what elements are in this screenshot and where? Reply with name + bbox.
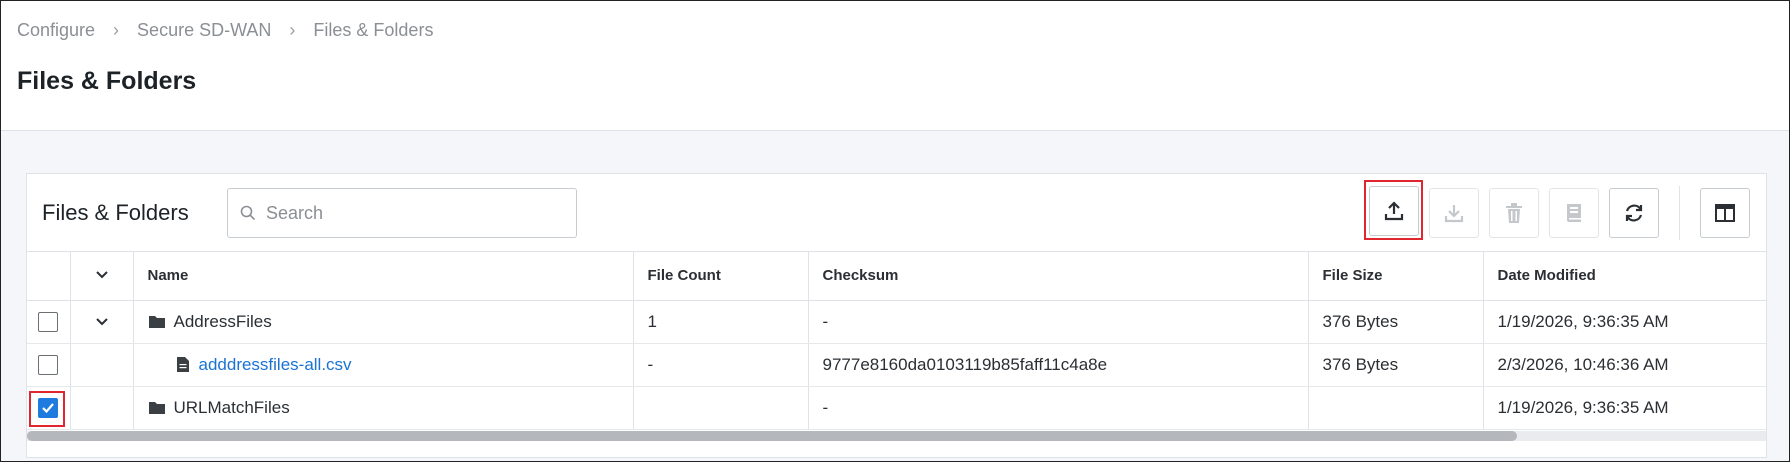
row-select-cell [27, 343, 71, 387]
row-checkbox[interactable] [38, 397, 58, 418]
file-size-cell: 376 Bytes [1308, 300, 1484, 344]
upload-icon [1384, 201, 1404, 221]
file-count-cell: 1 [633, 300, 809, 344]
chevron-down-icon [95, 317, 108, 325]
table-header-row: Name File Count Checksum File Size Date … [27, 252, 1766, 301]
horizontal-scrollbar[interactable] [27, 431, 1766, 441]
file-count-cell: - [633, 343, 809, 387]
column-header-name[interactable]: Name [133, 252, 634, 301]
breadcrumb-secure-sdwan[interactable]: Secure SD-WAN [137, 20, 271, 41]
column-layout-icon [1715, 204, 1735, 222]
card-toolbar: Files & Folders [27, 174, 1766, 252]
scrollbar-thumb[interactable] [27, 431, 1517, 441]
row-select-cell [27, 300, 71, 344]
name-cell: URLMatchFiles [133, 386, 634, 430]
breadcrumb-files-folders: Files & Folders [313, 20, 434, 40]
refresh-button[interactable] [1609, 188, 1659, 238]
checksum-cell: 9777e8160da0103119b85faff11c4a8e [808, 343, 1309, 387]
breadcrumb: Configure › Secure SD-WAN › Files & Fold… [17, 20, 433, 41]
table-row[interactable]: AddressFiles 1 - 376 Bytes 1/19/2026, 9:… [27, 300, 1766, 344]
app-frame: Configure › Secure SD-WAN › Files & Fold… [0, 0, 1790, 462]
folder-icon [148, 316, 165, 328]
page-title: Files & Folders [17, 67, 197, 95]
folder-icon [148, 402, 165, 414]
breadcrumb-configure[interactable]: Configure [17, 20, 95, 41]
files-table: Name File Count Checksum File Size Date … [27, 252, 1766, 430]
book-icon [1567, 204, 1581, 222]
page-header: Configure › Secure SD-WAN › Files & Fold… [1, 1, 1789, 131]
name-cell: AddressFiles [133, 300, 634, 344]
name-cell: adddressfiles-all.csv [133, 343, 634, 387]
row-select-cell [27, 386, 71, 430]
row-checkbox[interactable] [38, 311, 58, 332]
table-row[interactable]: URLMatchFiles - 1/19/2026, 9:36:35 AM [27, 386, 1766, 430]
file-size-cell: 376 Bytes [1308, 343, 1484, 387]
refresh-icon [1625, 204, 1643, 222]
delete-button[interactable] [1489, 188, 1539, 238]
column-header-date-modified[interactable]: Date Modified [1483, 252, 1766, 301]
folder-name[interactable]: URLMatchFiles [174, 398, 290, 418]
files-folders-card: Files & Folders Search Name File Count C… [26, 173, 1767, 458]
trash-icon [1506, 203, 1522, 223]
row-expand-cell [70, 386, 134, 430]
checksum-cell: - [808, 300, 1309, 344]
select-all-header [27, 252, 71, 301]
row-expand-cell[interactable] [70, 300, 134, 344]
card-title: Files & Folders [42, 200, 189, 225]
column-header-checksum[interactable]: Checksum [808, 252, 1309, 301]
chevron-down-icon [95, 271, 108, 279]
search-box[interactable] [227, 188, 577, 238]
checksum-cell: - [808, 386, 1309, 430]
file-icon [176, 357, 189, 372]
table-row[interactable]: adddressfiles-all.csv - 9777e8160da01031… [27, 343, 1766, 387]
date-modified-cell: 1/19/2026, 9:36:35 AM [1483, 300, 1766, 344]
checkmark-icon [42, 403, 54, 413]
column-header-file-size[interactable]: File Size [1308, 252, 1484, 301]
column-header-file-count[interactable]: File Count [633, 252, 809, 301]
date-modified-cell: 2/3/2026, 10:46:36 AM [1483, 343, 1766, 387]
download-icon [1444, 205, 1464, 223]
toolbar-divider [1679, 186, 1680, 240]
row-expand-cell [70, 343, 134, 387]
download-button[interactable] [1429, 188, 1479, 238]
column-layout-button[interactable] [1700, 188, 1750, 238]
upload-button[interactable] [1369, 186, 1419, 236]
file-size-cell [1308, 386, 1484, 430]
search-icon [240, 205, 256, 221]
search-input[interactable] [266, 202, 556, 224]
breadcrumb-separator-icon: › [289, 20, 296, 40]
file-name-link[interactable]: adddressfiles-all.csv [199, 355, 352, 375]
file-count-cell [633, 386, 809, 430]
view-file-button[interactable] [1549, 188, 1599, 238]
folder-name[interactable]: AddressFiles [174, 312, 272, 332]
expand-all-header[interactable] [70, 252, 134, 301]
breadcrumb-separator-icon: › [113, 20, 120, 40]
date-modified-cell: 1/19/2026, 9:36:35 AM [1483, 386, 1766, 430]
row-checkbox[interactable] [38, 354, 58, 375]
